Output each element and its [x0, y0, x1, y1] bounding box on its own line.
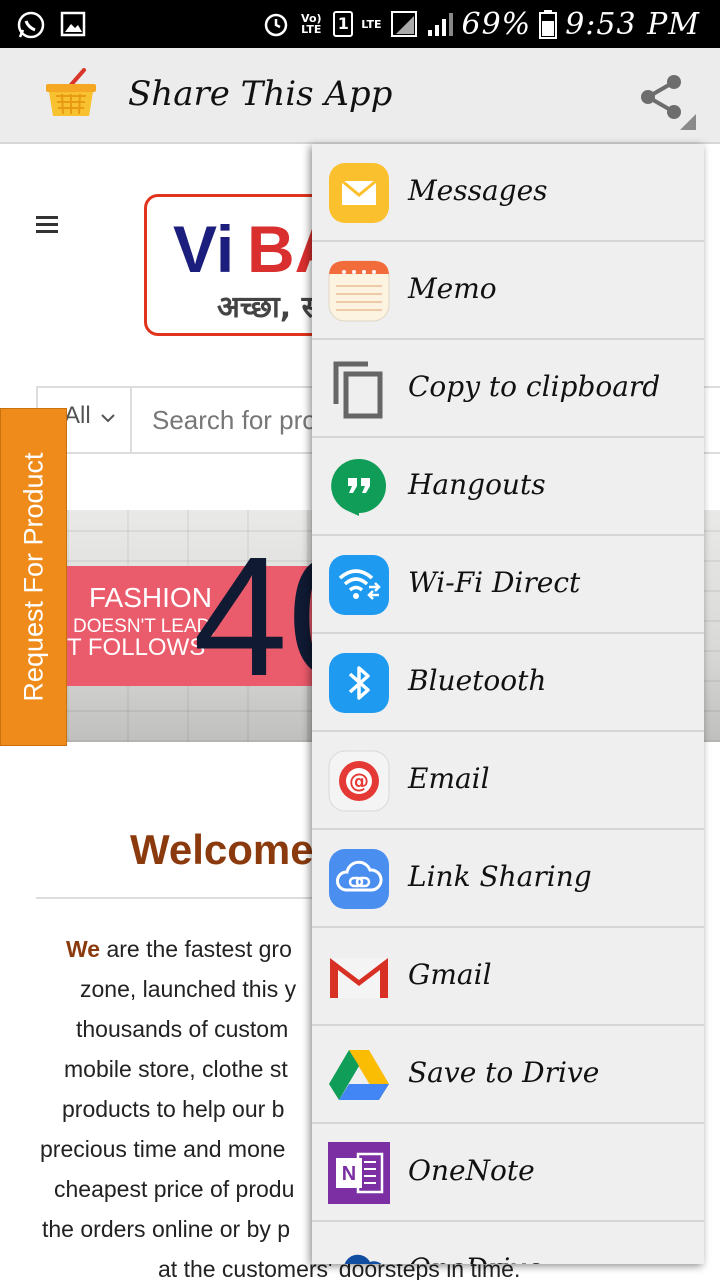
share-option-label: OneDrive — [408, 1252, 543, 1264]
app-title: Share This App — [128, 74, 393, 114]
share-option-email[interactable]: @ Email — [312, 732, 704, 830]
paragraph-line: precious time and mone — [40, 1136, 286, 1162]
app-bar: Share This App — [0, 48, 720, 144]
share-option-copy-to-clipboard[interactable]: Copy to clipboard — [312, 340, 704, 438]
email-icon: @ — [328, 750, 390, 812]
logo-tagline: अच्छा, स — [217, 290, 322, 325]
share-option-bluetooth[interactable]: Bluetooth — [312, 634, 704, 732]
hangouts-icon — [331, 458, 386, 516]
share-option-label: Messages — [408, 174, 548, 207]
gallery-icon — [60, 11, 86, 37]
share-option-memo[interactable]: Memo — [312, 242, 704, 340]
lte-indicator: LTE — [361, 17, 382, 31]
share-option-label: Memo — [408, 272, 497, 305]
bluetooth-icon — [329, 653, 389, 713]
messages-icon — [329, 163, 389, 223]
basket-icon — [46, 68, 96, 116]
share-option-label: Gmail — [408, 958, 492, 991]
welcome-heading: Welcome — [130, 826, 314, 873]
paragraph-line: We are the fastest gro — [66, 936, 292, 962]
share-sheet: Messages Memo Copy to clipboard Hangouts — [312, 144, 704, 1264]
battery-icon — [539, 10, 558, 39]
svg-text:N: N — [342, 1163, 356, 1185]
overflow-corner-indicator — [680, 114, 696, 130]
paragraph-line: cheapest price of produ — [54, 1176, 295, 1202]
memo-icon — [328, 260, 390, 322]
onenote-icon: N — [328, 1142, 390, 1204]
wifi-direct-icon — [329, 555, 389, 615]
share-option-link-sharing[interactable]: Link Sharing — [312, 830, 704, 928]
link-sharing-icon — [329, 849, 389, 909]
share-option-onedrive[interactable]: OneDrive — [312, 1222, 704, 1264]
hamburger-menu-icon[interactable] — [36, 216, 58, 234]
paragraph-line: zone, launched this y — [80, 976, 297, 1002]
share-option-label: Hangouts — [408, 468, 546, 501]
alarm-icon — [265, 13, 288, 37]
share-option-label: Wi-Fi Direct — [408, 566, 581, 599]
share-option-label: Link Sharing — [408, 860, 592, 893]
drive-icon — [329, 1050, 389, 1100]
share-option-label: Save to Drive — [408, 1056, 600, 1089]
share-option-onenote[interactable]: N OneNote — [312, 1124, 704, 1222]
paragraph-line: the orders online or by p — [42, 1216, 291, 1242]
share-option-label: Copy to clipboard — [408, 370, 661, 403]
share-option-label: Email — [408, 762, 490, 795]
request-tab-label: Request For Product — [18, 452, 48, 702]
search-category-label: All — [64, 402, 91, 429]
share-option-label: OneNote — [408, 1154, 535, 1187]
share-option-save-to-drive[interactable]: Save to Drive — [312, 1026, 704, 1124]
logo-text-vi: Vi — [173, 212, 235, 286]
share-option-label: Bluetooth — [408, 664, 547, 697]
share-option-wifi-direct[interactable]: Wi-Fi Direct — [312, 536, 704, 634]
signal-box-icon — [390, 11, 417, 37]
status-bar: Vo) LTE 1 LTE 69% 9:53 PM — [0, 0, 720, 48]
svg-text:@: @ — [349, 769, 369, 793]
banner-line-3: T FOLLOWS — [67, 634, 206, 661]
onedrive-icon — [344, 1254, 382, 1264]
paragraph-line: mobile store, clothe st — [64, 1056, 288, 1082]
request-for-product-tab[interactable]: Request For Product — [0, 408, 67, 746]
share-option-hangouts[interactable]: Hangouts — [312, 438, 704, 536]
whatsapp-icon — [17, 11, 45, 39]
paragraph-line: products to help our b — [62, 1096, 285, 1122]
share-option-messages[interactable]: Messages — [312, 144, 704, 242]
gmail-icon — [330, 958, 388, 998]
battery-percent: 69% — [461, 6, 532, 42]
clock: 9:53 PM — [565, 6, 700, 42]
signal-strength-icon — [427, 13, 453, 36]
volte-indicator: Vo) LTE — [301, 12, 322, 36]
share-option-gmail[interactable]: Gmail — [312, 928, 704, 1026]
sim-slot-badge: 1 — [333, 11, 354, 37]
paragraph-line: thousands of custom — [76, 1016, 289, 1042]
chevron-down-icon — [101, 414, 116, 423]
share-icon[interactable] — [636, 72, 686, 122]
copy-icon — [333, 361, 383, 419]
